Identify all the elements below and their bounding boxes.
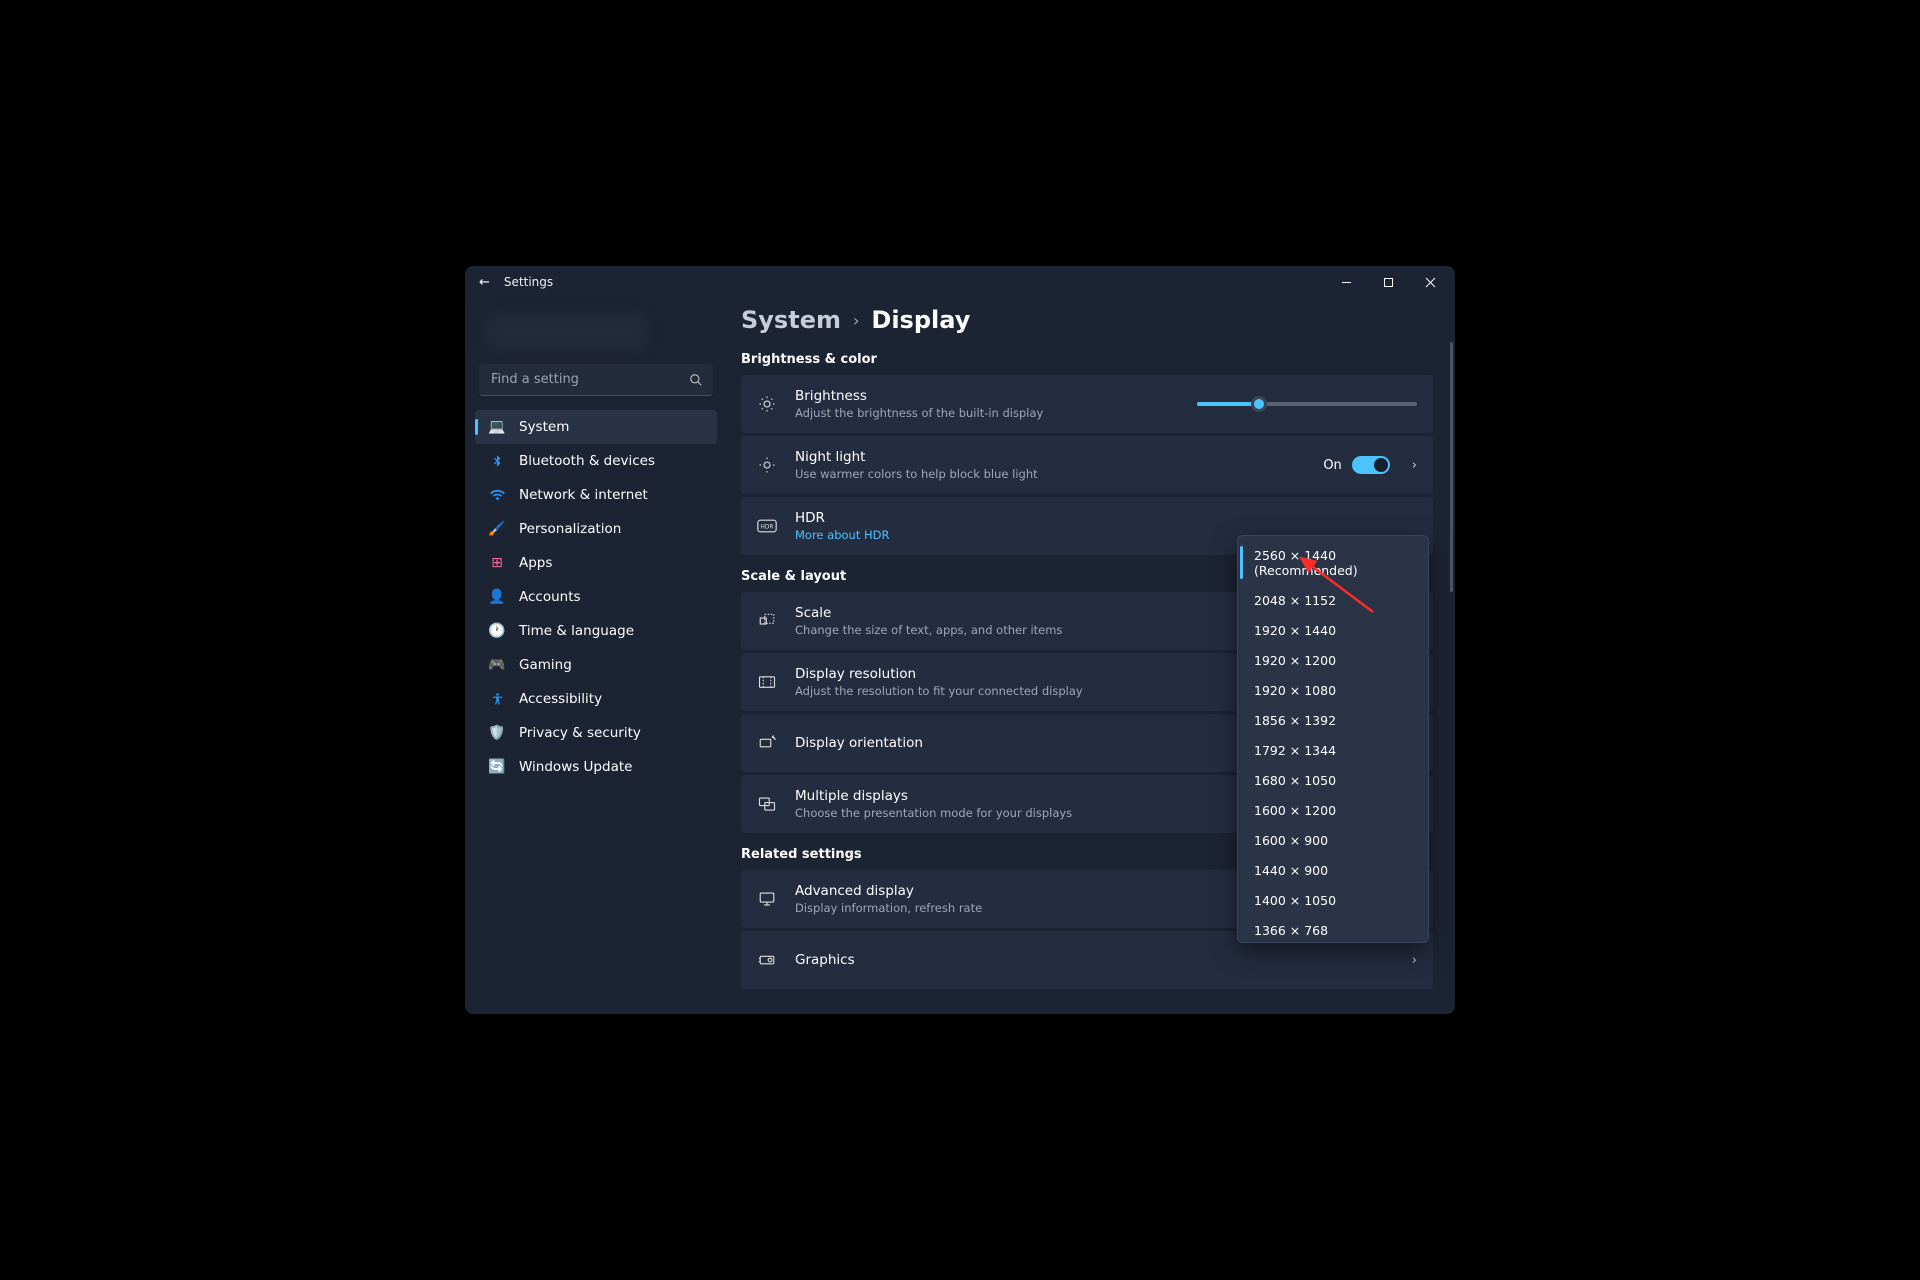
- nav-label: Bluetooth & devices: [519, 453, 655, 469]
- nav-icon: 🔄: [489, 759, 505, 775]
- nav-item-system[interactable]: 💻 System: [475, 410, 717, 444]
- nav-item-time-language[interactable]: 🕐 Time & language: [475, 614, 717, 648]
- nav-label: Time & language: [519, 623, 634, 639]
- sidebar: 💻 System Bluetooth & devices Network & inte…: [465, 298, 727, 1014]
- nav-label: Network & internet: [519, 487, 648, 503]
- resolution-option[interactable]: 1600 × 1200: [1242, 795, 1424, 825]
- scrollbar[interactable]: [1450, 342, 1453, 592]
- brightness-title: Brightness: [795, 388, 1179, 404]
- resolution-option[interactable]: 1400 × 1050: [1242, 885, 1424, 915]
- nav-label: Privacy & security: [519, 725, 641, 741]
- resolution-dropdown[interactable]: 2560 × 1440 (Recommended)2048 × 11521920…: [1237, 535, 1429, 943]
- orientation-icon: [757, 734, 777, 752]
- nav-icon: 👤: [489, 589, 505, 605]
- chevron-right-icon: ›: [1412, 458, 1417, 473]
- brightness-card[interactable]: Brightness Adjust the brightness of the …: [741, 375, 1433, 433]
- nav-icon: 🕐: [489, 623, 505, 639]
- app-title: Settings: [504, 275, 553, 289]
- nav-item-accessibility[interactable]: Accessibility: [475, 682, 717, 716]
- night-light-title: Night light: [795, 449, 1305, 465]
- nav-item-personalization[interactable]: 🖌️ Personalization: [475, 512, 717, 546]
- night-light-toggle[interactable]: [1352, 456, 1390, 474]
- nav-label: Accessibility: [519, 691, 602, 707]
- resolution-option[interactable]: 1920 × 1200: [1242, 645, 1424, 675]
- resolution-icon: [757, 673, 777, 691]
- resolution-option[interactable]: 2560 × 1440 (Recommended): [1242, 540, 1424, 585]
- night-light-icon: [757, 456, 777, 474]
- graphics-title: Graphics: [795, 952, 1390, 968]
- search-icon: [689, 372, 703, 391]
- titlebar: ← Settings: [465, 266, 1455, 298]
- resolution-option[interactable]: 1920 × 1440: [1242, 615, 1424, 645]
- night-light-desc: Use warmer colors to help block blue lig…: [795, 467, 1305, 481]
- chevron-right-icon: ›: [853, 311, 859, 330]
- resolution-option[interactable]: 1366 × 768: [1242, 915, 1424, 938]
- search-input[interactable]: [479, 364, 713, 396]
- multiple-displays-icon: [757, 795, 777, 813]
- brightness-slider[interactable]: [1197, 402, 1417, 406]
- nav-label: Personalization: [519, 521, 621, 537]
- chevron-right-icon: ›: [1412, 953, 1417, 968]
- resolution-option[interactable]: 1680 × 1050: [1242, 765, 1424, 795]
- resolution-option[interactable]: 1920 × 1080: [1242, 675, 1424, 705]
- nav-icon: [489, 487, 505, 503]
- nav-label: Apps: [519, 555, 552, 571]
- hdr-title: HDR: [795, 510, 1417, 526]
- breadcrumb: System › Display: [741, 306, 1433, 334]
- nav-label: Windows Update: [519, 759, 632, 775]
- nav-item-windows-update[interactable]: 🔄 Windows Update: [475, 750, 717, 784]
- main-content: System › Display Brightness & color Brig…: [727, 298, 1455, 1014]
- svg-text:HDR: HDR: [761, 525, 774, 531]
- graphics-icon: [757, 951, 777, 969]
- nav-item-bluetooth-devices[interactable]: Bluetooth & devices: [475, 444, 717, 478]
- nav-icon: 🛡️: [489, 725, 505, 741]
- resolution-option[interactable]: 1856 × 1392: [1242, 705, 1424, 735]
- nav-icon: ⊞: [489, 555, 505, 571]
- breadcrumb-parent[interactable]: System: [741, 306, 841, 334]
- nav-icon: 🎮: [489, 657, 505, 673]
- resolution-option[interactable]: 1792 × 1344: [1242, 735, 1424, 765]
- night-light-state: On: [1323, 458, 1341, 473]
- nav-label: System: [519, 419, 569, 435]
- breadcrumb-current: Display: [871, 306, 970, 334]
- nav-item-network-internet[interactable]: Network & internet: [475, 478, 717, 512]
- nav-icon: 🖌️: [489, 521, 505, 537]
- profile-area: [487, 314, 647, 350]
- nav-icon: 💻: [489, 419, 505, 435]
- resolution-option[interactable]: 2048 × 1152: [1242, 585, 1424, 615]
- monitor-icon: [757, 890, 777, 908]
- brightness-icon: [757, 395, 777, 413]
- brightness-desc: Adjust the brightness of the built-in di…: [795, 406, 1179, 420]
- nav-icon: [489, 453, 505, 469]
- night-light-card[interactable]: Night light Use warmer colors to help bl…: [741, 436, 1433, 494]
- back-button[interactable]: ←: [479, 275, 490, 290]
- nav-icon: [489, 691, 505, 707]
- minimize-button[interactable]: [1325, 266, 1367, 298]
- nav-label: Accounts: [519, 589, 581, 605]
- settings-window: ← Settings 💻 System Bluetooth & devices Net…: [465, 266, 1455, 1014]
- nav: 💻 System Bluetooth & devices Network & inte…: [471, 410, 721, 784]
- hdr-icon: HDR: [757, 519, 777, 533]
- nav-item-apps[interactable]: ⊞ Apps: [475, 546, 717, 580]
- nav-item-privacy-security[interactable]: 🛡️ Privacy & security: [475, 716, 717, 750]
- scale-icon: [757, 612, 777, 630]
- resolution-option[interactable]: 1600 × 900: [1242, 825, 1424, 855]
- section-title-brightness: Brightness & color: [741, 352, 1433, 367]
- nav-label: Gaming: [519, 657, 572, 673]
- resolution-option[interactable]: 1440 × 900: [1242, 855, 1424, 885]
- maximize-button[interactable]: [1367, 266, 1409, 298]
- nav-item-accounts[interactable]: 👤 Accounts: [475, 580, 717, 614]
- nav-item-gaming[interactable]: 🎮 Gaming: [475, 648, 717, 682]
- close-button[interactable]: [1409, 266, 1451, 298]
